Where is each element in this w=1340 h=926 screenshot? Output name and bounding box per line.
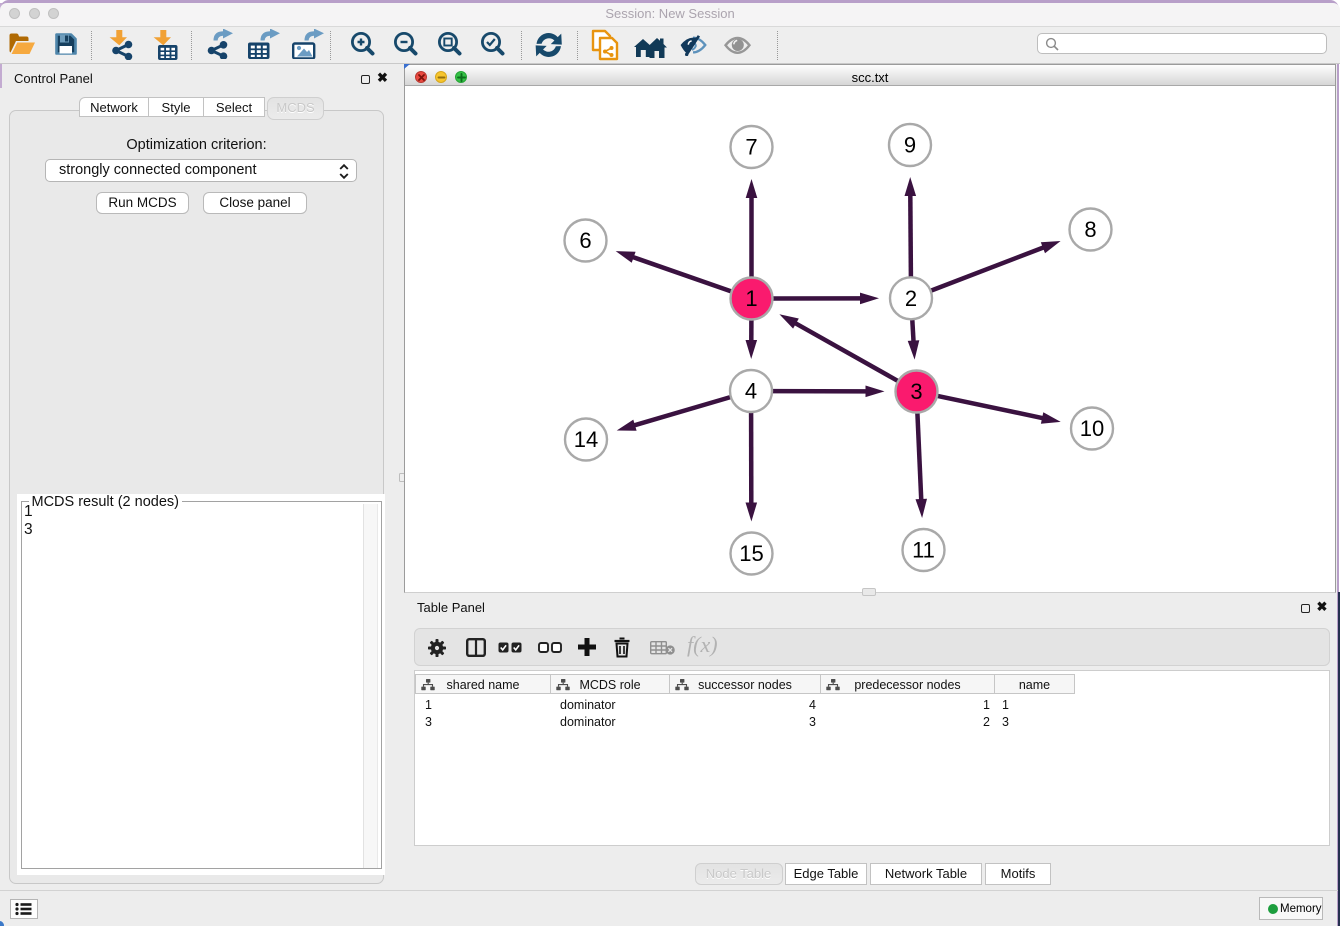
svg-text:2: 2 <box>905 286 917 311</box>
svg-text:7: 7 <box>745 135 757 160</box>
svg-text:14: 14 <box>574 427 598 452</box>
svg-text:4: 4 <box>745 379 757 404</box>
svg-text:6: 6 <box>579 228 591 253</box>
svg-text:9: 9 <box>904 133 916 158</box>
svg-text:8: 8 <box>1084 217 1096 242</box>
svg-text:3: 3 <box>910 379 922 404</box>
svg-text:15: 15 <box>739 541 763 566</box>
svg-text:11: 11 <box>912 538 935 563</box>
svg-text:10: 10 <box>1080 416 1104 441</box>
svg-text:1: 1 <box>745 286 757 311</box>
